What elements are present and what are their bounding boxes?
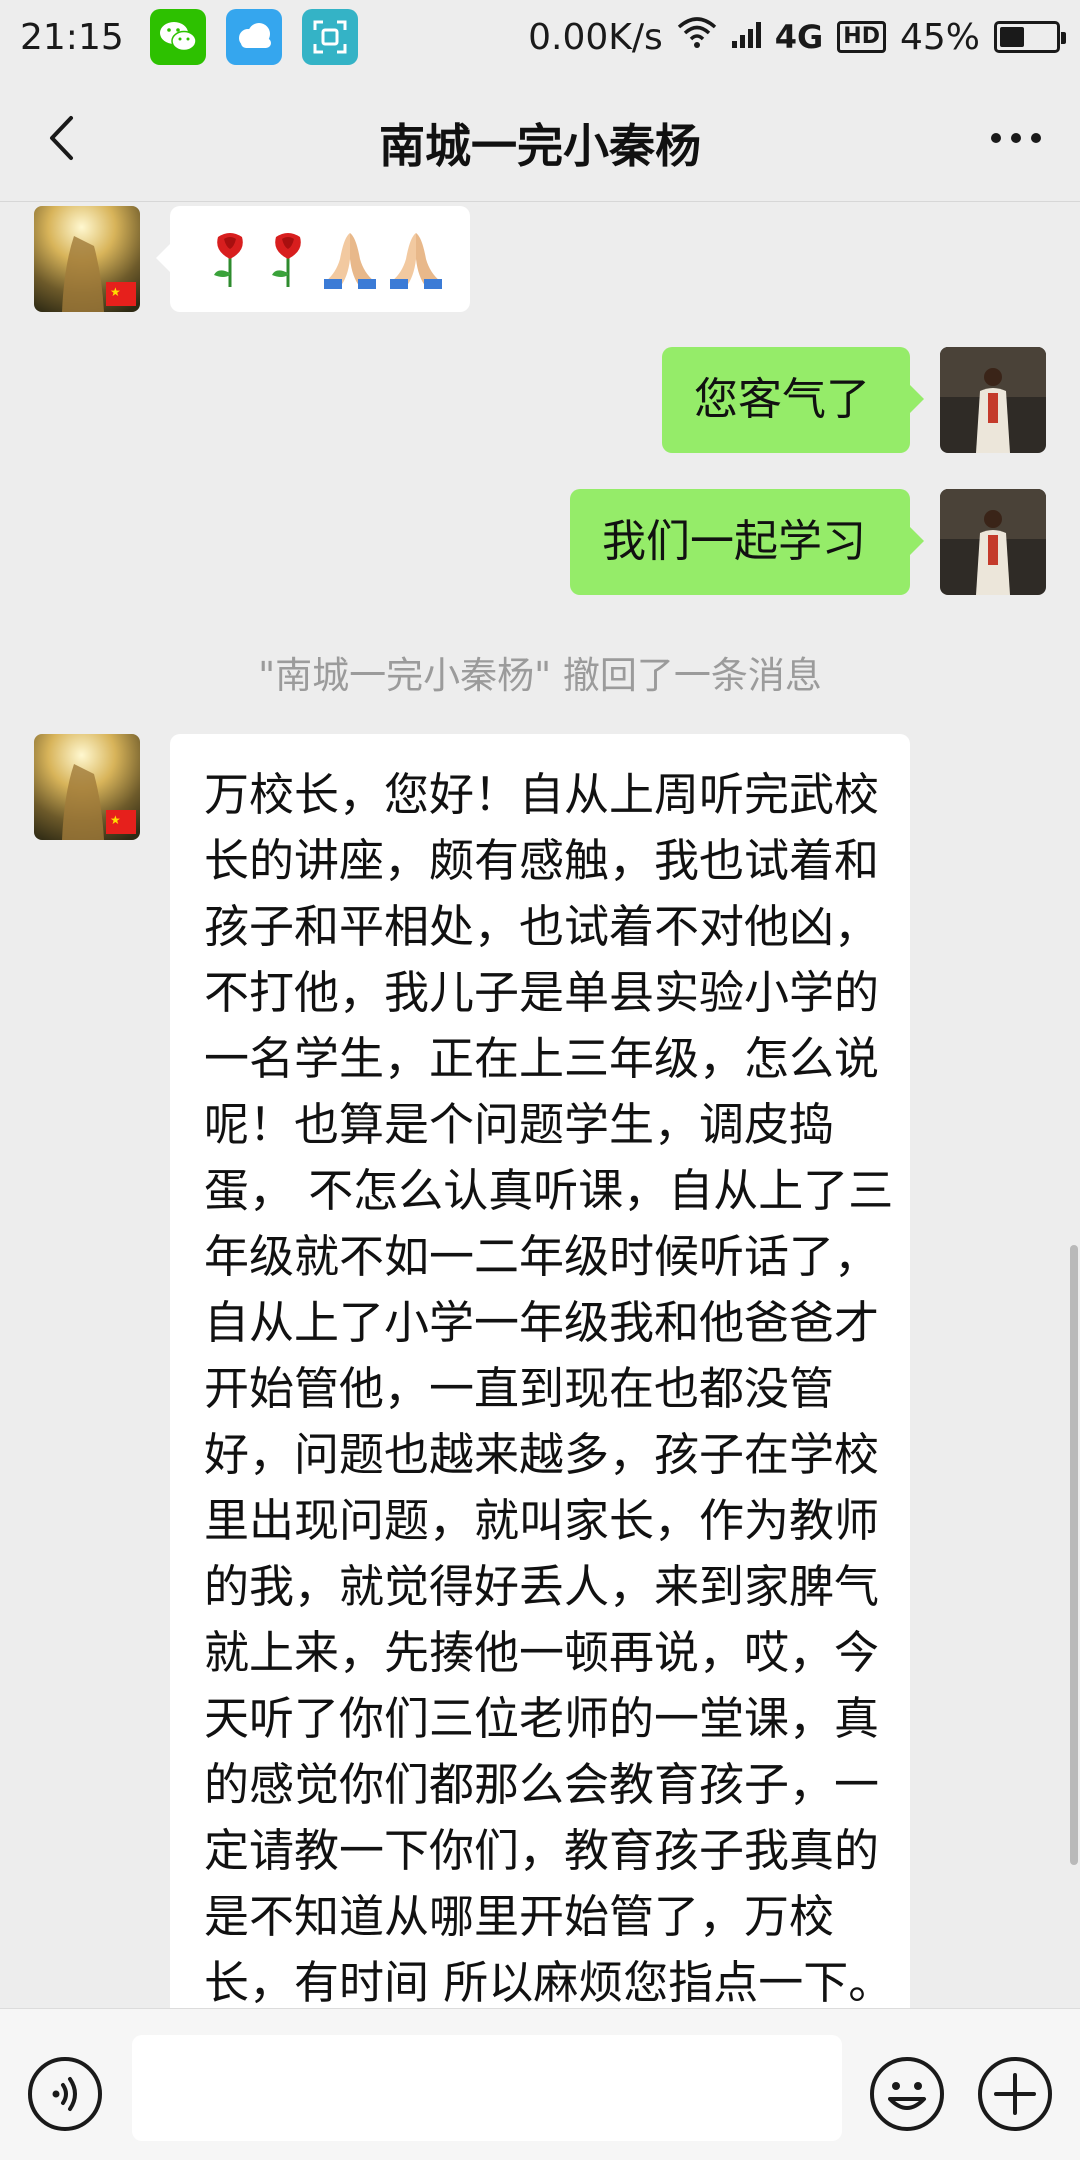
hd-badge: HD [837,21,886,53]
message-line: 不打他，我儿子是单县实验小学的 [204,966,880,1019]
message-line: 的我，就觉得好丢人，来到家脾气 [204,1560,880,1613]
signal-icon [731,17,767,58]
recall-notice: "南城一完小秦杨" 撤回了一条消息 [258,654,822,697]
my-avatar[interactable] [940,347,1046,453]
network-speed: 0.00K/s [528,16,663,58]
wechat-icon [149,9,206,65]
status-time: 21:15 [20,16,124,58]
weather-icon [225,9,282,65]
message-line: 长，有时间 所以麻烦您指点一下。 [204,1956,894,2009]
scrollbar[interactable] [1070,1245,1078,1865]
contact-avatar[interactable]: ★ [34,206,140,312]
message-line: 蛋， 不怎么认真听课，自从上了三 [204,1164,894,1217]
battery-percent: 45% [899,16,980,58]
more-functions-button[interactable] [976,2055,1054,2133]
message-line: 好，问题也越来越多，孩子在学校 [204,1428,880,1481]
more-button[interactable] [982,104,1050,172]
status-bar: 21:15 0.00K/s 4G HD 45% [0,0,1080,74]
message-line: 一名学生，正在上三年级，怎么说 [204,1032,880,1085]
message-line: 呢！也算是个问题学生，调皮捣 [204,1098,835,1151]
message-text: 您客气了 [694,374,870,425]
message-line: 里出现问题，就叫家长，作为教师 [204,1494,880,1547]
chat-header: 南城一完小秦杨 [0,74,1080,202]
more-dots-icon [991,133,1041,143]
message-text: 我们一起学习 [602,516,866,567]
message-bubble-sent[interactable]: 我们一起学习 [570,489,924,595]
contact-avatar[interactable]: ★ [34,734,140,840]
message-line: 自从上了小学一年级我和他爸爸才 [204,1296,880,1349]
input-bar [0,2008,1080,2160]
message-line: 的感觉你们都那么会教育孩子，一 [204,1758,880,1811]
message-bubble-long[interactable]: 万校长，您好！自从上周听完武校 长的讲座，颇有感触，我也试着和 孩子和平相处，也… [170,734,910,2024]
emoji-icon [870,2057,944,2131]
message-line: 年级就不如一二年级时候听话了， [204,1230,880,1283]
svg-text:★: ★ [110,813,121,827]
folded-hands-emoji-icon [324,233,376,289]
folded-hands-emoji-icon [390,233,442,289]
message-bubble-emoji[interactable] [156,206,470,312]
voice-icon [28,2057,102,2131]
wifi-icon [677,16,717,58]
rose-emoji-icon [214,233,243,287]
battery-icon [994,21,1066,53]
scan-icon [301,9,358,65]
message-line: 开始管他，一直到现在也都没管 [204,1362,835,1415]
emoji-button[interactable] [868,2055,946,2133]
message-line: 长的讲座，颇有感触，我也试着和 [204,834,880,887]
svg-text:★: ★ [110,285,121,299]
message-line: 就上来，先揍他一顿再说，哎，今 [204,1626,880,1679]
network-type: 4G [774,18,824,56]
message-line: 孩子和平相处，也试着不对他凶， [204,900,880,953]
message-line: 天听了你们三位老师的一堂课，真 [204,1692,880,1745]
my-avatar[interactable] [940,489,1046,595]
voice-button[interactable] [26,2055,104,2133]
message-bubble-sent[interactable]: 您客气了 [662,347,924,453]
rose-emoji-icon [272,233,301,287]
message-line: 是不知道从哪里开始管了，万校 [204,1890,835,1943]
message-line: 万校长，您好！自从上周听完武校 [204,768,880,821]
plus-icon [978,2057,1052,2131]
message-line: 定请教一下你们，教育孩子我真的 [204,1824,880,1877]
message-input[interactable] [132,2035,842,2141]
chat-title: 南城一完小秦杨 [379,119,701,173]
